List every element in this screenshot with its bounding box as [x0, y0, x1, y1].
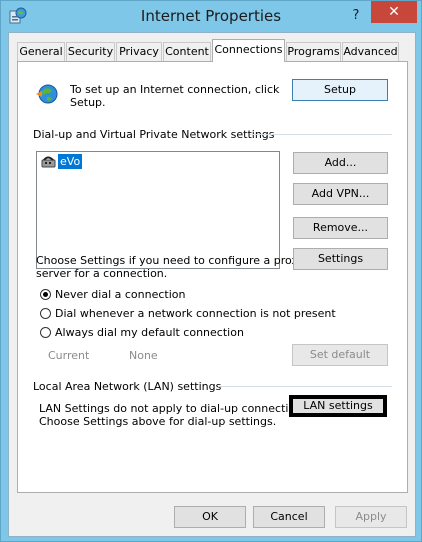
- proxy-text-line2: server for a connection.: [36, 267, 168, 280]
- set-default-button[interactable]: Set default: [292, 344, 388, 366]
- tab-connections[interactable]: Connections: [212, 39, 285, 62]
- lan-settings-button[interactable]: LAN settings: [289, 395, 387, 417]
- cancel-button[interactable]: Cancel: [253, 506, 325, 528]
- lan-group-divider: [218, 386, 392, 387]
- close-button[interactable]: ✕: [371, 1, 417, 23]
- title-bar[interactable]: Internet Properties ? ✕: [1, 1, 421, 31]
- radio-dial-whenever[interactable]: [40, 308, 51, 319]
- tab-content[interactable]: Content: [163, 42, 211, 61]
- setup-button[interactable]: Setup: [292, 79, 388, 101]
- radio-dial-whenever-label[interactable]: Dial whenever a network connection is no…: [55, 307, 336, 320]
- ok-button[interactable]: OK: [174, 506, 246, 528]
- radio-always-dial[interactable]: [40, 327, 51, 338]
- radio-never-dial-label[interactable]: Never dial a connection: [55, 288, 185, 301]
- radio-always-dial-label[interactable]: Always dial my default connection: [55, 326, 244, 339]
- tab-privacy[interactable]: Privacy: [116, 42, 162, 61]
- proxy-text-line1: Choose Settings if you need to configure…: [36, 254, 305, 267]
- setup-text-line1: To set up an Internet connection, click: [70, 83, 280, 96]
- tab-advanced[interactable]: Advanced: [342, 42, 399, 61]
- lan-group-label: Local Area Network (LAN) settings: [33, 380, 222, 393]
- add-vpn-button[interactable]: Add VPN...: [293, 183, 388, 205]
- dialup-group-label: Dial-up and Virtual Private Network sett…: [33, 128, 275, 141]
- remove-button[interactable]: Remove...: [293, 217, 388, 239]
- tab-programs[interactable]: Programs: [286, 42, 341, 61]
- apply-button[interactable]: Apply: [335, 506, 407, 528]
- connection-name: eVo: [58, 154, 83, 169]
- radio-never-dial[interactable]: [40, 289, 51, 300]
- lan-text-line2: Choose Settings above for dial-up settin…: [39, 415, 277, 428]
- network-globe-icon: [35, 82, 59, 106]
- dialup-group-divider: [250, 134, 392, 135]
- setup-text-line2: Setup.: [70, 96, 106, 109]
- connections-listbox[interactable]: eVo: [36, 151, 280, 269]
- current-label: Current: [48, 349, 90, 362]
- lan-text-line1: LAN Settings do not apply to dial-up con…: [39, 402, 312, 415]
- tab-security[interactable]: Security: [66, 42, 115, 61]
- add-button[interactable]: Add...: [293, 152, 388, 174]
- help-button[interactable]: ?: [343, 6, 369, 26]
- dialog-client: General Security Privacy Content Connect…: [8, 32, 416, 537]
- dialog-window: Internet Properties ? ✕ General Security…: [0, 0, 422, 542]
- dialup-connection-icon: [41, 155, 57, 169]
- tab-general[interactable]: General: [17, 42, 65, 61]
- current-value: None: [129, 349, 158, 362]
- settings-button[interactable]: Settings: [293, 248, 388, 270]
- connections-panel: To set up an Internet connection, click …: [17, 61, 408, 493]
